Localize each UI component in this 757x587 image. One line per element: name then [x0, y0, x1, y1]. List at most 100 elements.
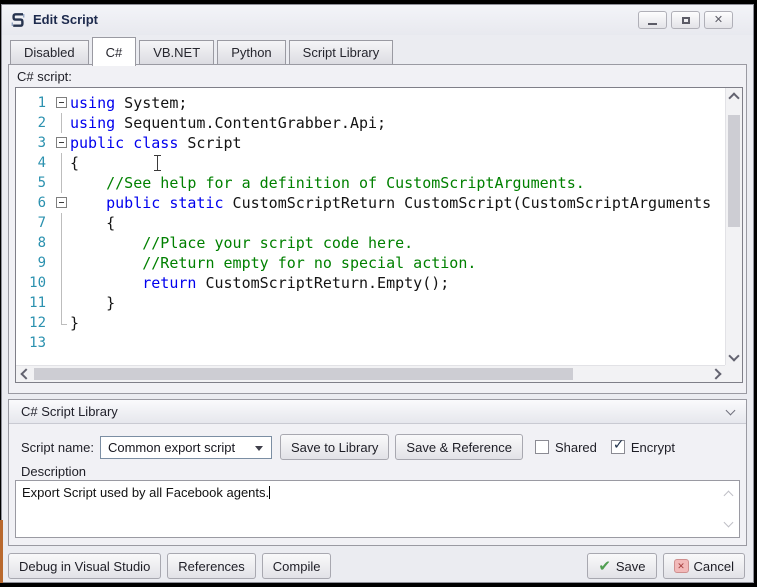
code-line[interactable]: 9 //Return empty for no special action.	[16, 253, 725, 273]
scroll-down-arrow-icon[interactable]	[726, 349, 742, 365]
script-name-value: Common export script	[108, 440, 235, 455]
tab-label: VB.NET	[153, 45, 200, 60]
scroll-left-arrow-icon[interactable]	[16, 366, 32, 382]
fold-collapse-icon[interactable]	[54, 133, 70, 153]
close-button[interactable]: ✕	[704, 11, 733, 29]
cancel-button-label: Cancel	[694, 559, 734, 574]
code-line[interactable]: 3public class Script	[16, 133, 725, 153]
fold-margin	[54, 173, 70, 193]
line-number: 6	[16, 193, 54, 213]
script-name-select[interactable]: Common export script	[100, 436, 272, 459]
code-text: {	[70, 213, 115, 233]
fold-margin	[54, 313, 70, 333]
horizontal-scroll-thumb[interactable]	[34, 368, 573, 380]
line-number: 10	[16, 273, 54, 293]
code-line[interactable]: 8 //Place your script code here.	[16, 233, 725, 253]
code-text: }	[70, 293, 115, 313]
code-line[interactable]: 13	[16, 333, 725, 353]
editor-horizontal-scrollbar[interactable]	[16, 365, 725, 382]
save-to-library-button[interactable]: Save to Library	[280, 434, 389, 460]
save-button[interactable]: ✔ Save	[587, 553, 656, 579]
tab-label: Script Library	[303, 45, 380, 60]
tab-label: C#	[106, 45, 123, 60]
code-lines[interactable]: 1 using System;2using Sequentum.ContentGr…	[16, 88, 725, 365]
tab-bar: Disabled C# VB.NET Python Script Library	[10, 36, 396, 65]
encrypt-label: Encrypt	[631, 440, 675, 455]
fold-margin	[54, 333, 70, 353]
line-number: 7	[16, 213, 54, 233]
script-library-header[interactable]: C# Script Library	[9, 400, 746, 424]
tab-label: Python	[231, 45, 271, 60]
code-text: return CustomScriptReturn.Empty();	[70, 273, 449, 293]
references-button[interactable]: References	[167, 553, 255, 579]
tab-script-library[interactable]: Script Library	[289, 40, 394, 65]
scrollbar-corner	[725, 365, 742, 382]
maximize-icon	[682, 17, 690, 24]
fold-margin	[54, 153, 70, 173]
text-cursor-icon	[157, 156, 158, 170]
compile-button[interactable]: Compile	[262, 553, 332, 579]
code-line[interactable]: 10 return CustomScriptReturn.Empty();	[16, 273, 725, 293]
code-editor[interactable]: 1 using System;2using Sequentum.ContentGr…	[15, 87, 743, 383]
description-scroll-down-icon[interactable]	[724, 518, 734, 528]
line-number: 5	[16, 173, 54, 193]
fold-margin	[54, 253, 70, 273]
code-line[interactable]: 1 using System;	[16, 93, 725, 113]
text-caret	[269, 486, 270, 499]
title-bar[interactable]: Edit Script ✕	[2, 5, 753, 35]
description-scroll-up-icon[interactable]	[724, 491, 734, 501]
code-text: public class Script	[70, 133, 242, 153]
code-text: using System;	[70, 93, 187, 113]
encrypt-checkbox[interactable]: ✓ Encrypt	[611, 440, 675, 455]
shared-checkbox[interactable]: Shared	[535, 440, 597, 455]
check-icon: ✔	[598, 559, 611, 574]
background-window-sliver	[0, 520, 3, 583]
tab-label: Disabled	[24, 45, 75, 60]
script-name-label: Script name:	[21, 440, 94, 455]
save-button-label: Save	[616, 559, 646, 574]
tab-vb-net[interactable]: VB.NET	[139, 40, 214, 65]
window-title: Edit Script	[33, 12, 98, 27]
code-line[interactable]: 11 }	[16, 293, 725, 313]
debug-in-visual-studio-button[interactable]: Debug in Visual Studio	[8, 553, 161, 579]
fold-margin	[54, 273, 70, 293]
collapse-chevron-icon[interactable]	[726, 405, 736, 415]
code-line[interactable]: 12}	[16, 313, 725, 333]
line-number: 13	[16, 333, 54, 353]
line-number: 1	[16, 93, 54, 113]
tab-python[interactable]: Python	[217, 40, 285, 65]
code-line[interactable]: 6 public static CustomScriptReturn Custo…	[16, 193, 725, 213]
code-line[interactable]: 5 //See help for a definition of CustomS…	[16, 173, 725, 193]
code-line[interactable]: 7 {	[16, 213, 725, 233]
tab-c[interactable]: C#	[92, 37, 137, 66]
code-text: using Sequentum.ContentGrabber.Api;	[70, 113, 386, 133]
app-icon	[9, 11, 27, 29]
code-line[interactable]: 4{	[16, 153, 725, 173]
script-library-panel: C# Script Library Script name: Common ex…	[8, 399, 747, 546]
dropdown-arrow-icon	[255, 446, 263, 451]
csharp-tab-panel: C# script: 1 using System;2using Sequentu…	[8, 64, 747, 394]
scroll-up-arrow-icon[interactable]	[726, 88, 742, 104]
save-and-reference-button[interactable]: Save & Reference	[395, 434, 523, 460]
fold-margin	[54, 113, 70, 133]
description-input[interactable]: Export Script used by all Facebook agent…	[15, 480, 740, 538]
cancel-button[interactable]: ✕ Cancel	[663, 553, 745, 579]
editor-vertical-scrollbar[interactable]	[725, 88, 742, 365]
library-controls-row: Script name: Common export script Save t…	[21, 433, 738, 461]
minimize-button[interactable]	[638, 11, 667, 29]
scroll-right-arrow-icon[interactable]	[709, 366, 725, 382]
fold-collapse-icon[interactable]	[54, 193, 70, 213]
fold-margin	[54, 233, 70, 253]
fold-margin	[54, 213, 70, 233]
window-controls: ✕	[638, 11, 733, 29]
vertical-scroll-thumb[interactable]	[728, 115, 740, 227]
tab-disabled[interactable]: Disabled	[10, 40, 89, 65]
encrypt-checkbox-box[interactable]: ✓	[611, 440, 625, 454]
maximize-button[interactable]	[671, 11, 700, 29]
code-line[interactable]: 2using Sequentum.ContentGrabber.Api;	[16, 113, 725, 133]
fold-collapse-icon[interactable]	[54, 93, 70, 113]
shared-checkbox-box[interactable]	[535, 440, 549, 454]
encrypt-check-icon: ✓	[613, 437, 625, 451]
editor-label: C# script:	[17, 69, 72, 84]
description-label: Description	[21, 464, 86, 479]
